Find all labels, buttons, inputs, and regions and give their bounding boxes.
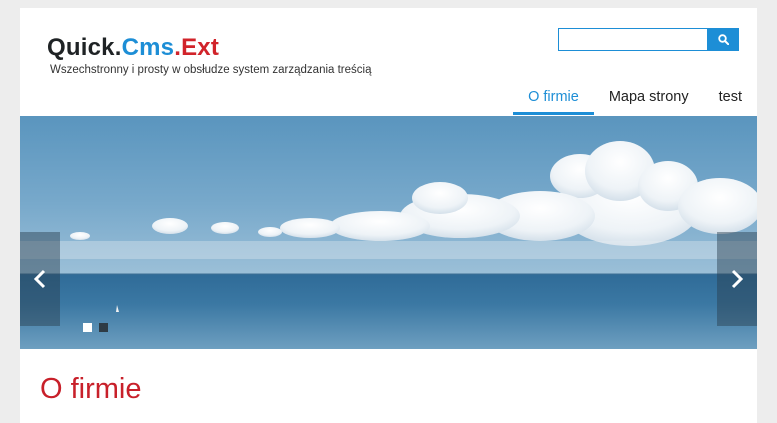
slider-prev-button[interactable] xyxy=(20,232,60,326)
slider-dot-2[interactable] xyxy=(99,323,108,332)
search-form xyxy=(558,28,739,51)
site-logo[interactable]: Quick.Cms.Ext xyxy=(47,34,219,62)
slider-next-button[interactable] xyxy=(717,232,757,326)
slide-image-sea-clouds xyxy=(20,116,757,349)
image-slider xyxy=(20,116,757,349)
logo-part-ext: Ext xyxy=(181,34,220,61)
chevron-right-icon xyxy=(731,269,744,289)
page-title: O firmie xyxy=(40,373,142,405)
slider-dot-1[interactable] xyxy=(83,323,92,332)
search-input[interactable] xyxy=(558,28,708,51)
chevron-left-icon xyxy=(33,269,46,289)
search-button[interactable] xyxy=(708,28,739,51)
nav-item-o-firmie[interactable]: O firmie xyxy=(513,81,594,115)
nav-item-test[interactable]: test xyxy=(704,81,757,115)
main-nav: O firmie Mapa strony test xyxy=(513,81,757,115)
slider-pagination xyxy=(83,323,108,332)
site-header: Quick.Cms.Ext Wszechstronny i prosty w o… xyxy=(20,8,757,116)
nav-item-mapa-strony[interactable]: Mapa strony xyxy=(594,81,704,115)
logo-separator: . xyxy=(114,34,122,61)
page-container: Quick.Cms.Ext Wszechstronny i prosty w o… xyxy=(20,8,757,423)
site-slogan: Wszechstronny i prosty w obsłudze system… xyxy=(50,64,372,76)
logo-part-quick: Quick xyxy=(47,34,115,61)
search-icon xyxy=(718,34,729,45)
logo-part-cms: Cms xyxy=(121,34,175,61)
